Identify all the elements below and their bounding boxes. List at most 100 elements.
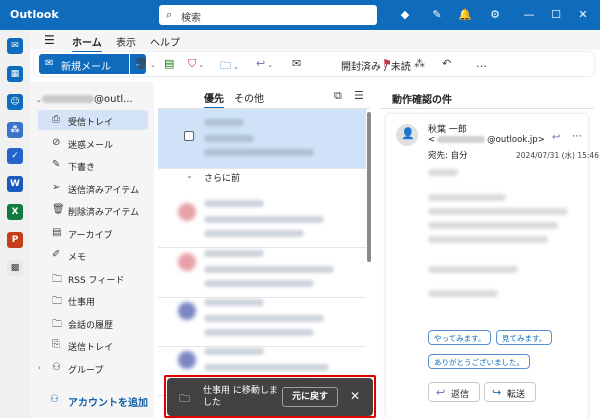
- folder-junk[interactable]: ⊘ 迷惑メール: [38, 133, 148, 153]
- folder-work[interactable]: 🗀 仕事用: [38, 290, 148, 310]
- avatar: [178, 302, 196, 320]
- email-suffix: @outlook.jp>: [487, 135, 545, 145]
- folder-label: RSS フィード: [68, 276, 125, 286]
- folder-pane: ⌄ @outl... ⎙ 受信トレイ ⊘ 迷惑メール ✎ 下書き ➢ 送信済みア…: [30, 82, 154, 418]
- folder-groups[interactable]: › ⚇ グループ: [38, 358, 148, 378]
- reply-label: 返信: [451, 390, 470, 400]
- redacted-body: [428, 169, 458, 176]
- filter-icon[interactable]: ☰: [354, 89, 364, 102]
- chevron-right-icon[interactable]: ›: [38, 364, 41, 372]
- junk-icon: ⊘: [52, 137, 61, 148]
- word-app-icon[interactable]: W: [7, 176, 23, 192]
- folder-drafts[interactable]: ✎ 下書き: [38, 155, 148, 175]
- excel-app-icon[interactable]: X: [7, 204, 23, 220]
- account-suffix: @outl...: [94, 94, 133, 105]
- maximize-icon[interactable]: ☐: [549, 8, 563, 22]
- scrollbar[interactable]: [367, 112, 371, 262]
- folder-label: 送信済みアイテム: [68, 186, 140, 196]
- ribbon-toolbar: ✉ 新規メール ⌄ 🗑 ⌄ ▤ ⛉ ⌄ 🗀 ⌄ ↩ ⌄ ✉ 開封済み / 未読 ⚑ ⌄ ⁂…: [34, 52, 594, 76]
- folder-sent[interactable]: ➢ 送信済みアイテム: [38, 178, 148, 198]
- more-apps-icon[interactable]: ▩: [7, 260, 23, 276]
- tab-focused[interactable]: 優先: [204, 90, 224, 109]
- todo-app-icon[interactable]: ✓: [7, 148, 23, 164]
- powerpoint-app-icon[interactable]: P: [7, 232, 23, 248]
- folder-label: アーカイブ: [68, 231, 113, 241]
- divider: [380, 108, 594, 109]
- redacted-text: [204, 329, 314, 336]
- avatar: [178, 351, 196, 369]
- reply-button[interactable]: ↩ 返信: [428, 382, 480, 402]
- message-list: 優先 その他 ⧉ ☰ ⌄ さらに前: [158, 82, 374, 418]
- note-edit-icon[interactable]: ✎: [430, 8, 444, 22]
- folder-notes[interactable]: ✐ メモ: [38, 245, 148, 265]
- chevron-down-icon: ⌄: [186, 171, 193, 180]
- tab-view[interactable]: 表示: [116, 34, 136, 49]
- tab-help[interactable]: ヘルプ: [150, 34, 180, 49]
- recipient: 宛先: 自分: [428, 151, 468, 161]
- tab-other[interactable]: その他: [234, 90, 264, 105]
- archive-button[interactable]: ▤: [164, 57, 174, 70]
- message-checkbox[interactable]: [184, 131, 194, 141]
- folder-archive[interactable]: ▤ アーカイブ: [38, 223, 148, 243]
- mark-read-button[interactable]: ✉: [292, 57, 301, 70]
- group-icon: ⚇: [52, 362, 61, 373]
- sender-email[interactable]: < @outlook.jp>: [428, 135, 545, 145]
- chevron-down-icon: ⌄: [198, 61, 205, 69]
- teams-icon[interactable]: ◆: [398, 8, 412, 22]
- hamburger-menu-icon[interactable]: ☰: [44, 33, 55, 47]
- gear-icon[interactable]: ⚙: [488, 8, 502, 22]
- suggested-reply-button[interactable]: やってみます。: [428, 330, 492, 345]
- chevron-down-icon[interactable]: ⌄: [36, 96, 42, 104]
- forward-button[interactable]: ↪ 転送: [484, 382, 536, 402]
- redacted-text: [204, 250, 264, 257]
- note-icon: ✐: [52, 249, 61, 260]
- new-mail-button[interactable]: ✉ 新規メール: [39, 54, 129, 74]
- bell-icon[interactable]: 🔔: [458, 8, 472, 22]
- folder-label: メモ: [68, 253, 87, 263]
- suggested-reply-button[interactable]: ありがとうございました。: [428, 354, 530, 369]
- calendar-app-icon[interactable]: ▦: [7, 66, 23, 82]
- redacted-text: [204, 119, 244, 126]
- delete-button[interactable]: 🗑 ⌄: [134, 57, 156, 70]
- group-label: さらに前: [204, 174, 241, 184]
- minimize-icon[interactable]: —: [522, 8, 536, 22]
- sweep-button[interactable]: ⁂: [414, 57, 425, 70]
- move-to-button[interactable]: 🗀 ⌄: [220, 57, 239, 76]
- folder-inbox[interactable]: ⎙ 受信トレイ: [38, 110, 148, 130]
- folder-deleted[interactable]: 🗑 削除済みアイテム: [38, 200, 148, 220]
- search-box[interactable]: ⌕ 検索: [159, 5, 377, 25]
- reply-all-button[interactable]: ↩ ⌄: [256, 57, 273, 70]
- folder-label: 迷惑メール: [68, 141, 114, 151]
- folder-icon: 🗀: [52, 319, 62, 330]
- sent-date: 2024/07/31 (水) 15:46: [516, 151, 599, 160]
- mail-app-icon[interactable]: ✉: [7, 38, 23, 54]
- mark-read-label[interactable]: 開封済み / 未読: [341, 58, 411, 73]
- undo-button[interactable]: ↶: [442, 57, 451, 70]
- people-app-icon[interactable]: ☺: [7, 94, 23, 110]
- folder-rss[interactable]: 🗀 RSS フィード: [38, 268, 148, 288]
- reply-icon[interactable]: ↩: [552, 132, 560, 143]
- account-name[interactable]: @outl...: [42, 94, 133, 105]
- chevron-down-icon: ⌄: [267, 61, 274, 69]
- envelope-open-icon: ✉: [292, 57, 302, 70]
- sender-name[interactable]: 秋葉 一郎: [428, 122, 467, 135]
- redacted-email: [437, 136, 486, 143]
- report-button[interactable]: ⛉ ⌄: [188, 57, 204, 71]
- select-mode-icon[interactable]: ⧉: [334, 89, 342, 103]
- send-icon: ➢: [52, 182, 61, 193]
- search-placeholder: 検索: [181, 13, 201, 24]
- folder-outbox[interactable]: ⎘ 送信トレイ: [38, 335, 148, 355]
- tab-home[interactable]: ホーム: [72, 34, 102, 53]
- folder-conversation-history[interactable]: 🗀 会話の履歴: [38, 313, 148, 333]
- more-options-icon[interactable]: ⋯: [572, 131, 582, 142]
- suggested-reply-button[interactable]: 見てみます。: [496, 330, 553, 345]
- groups-app-icon[interactable]: ⁂: [7, 122, 23, 138]
- avatar[interactable]: 👤: [396, 124, 418, 146]
- mail-icon: ✉: [45, 58, 54, 69]
- folder-label: 受信トレイ: [68, 118, 114, 128]
- flag-button[interactable]: ⚑ ⌄: [382, 57, 400, 70]
- group-header[interactable]: ⌄ さらに前: [158, 166, 366, 188]
- more-options-button[interactable]: …: [476, 57, 487, 70]
- list-item[interactable]: [158, 109, 366, 169]
- close-icon[interactable]: ✕: [576, 8, 590, 22]
